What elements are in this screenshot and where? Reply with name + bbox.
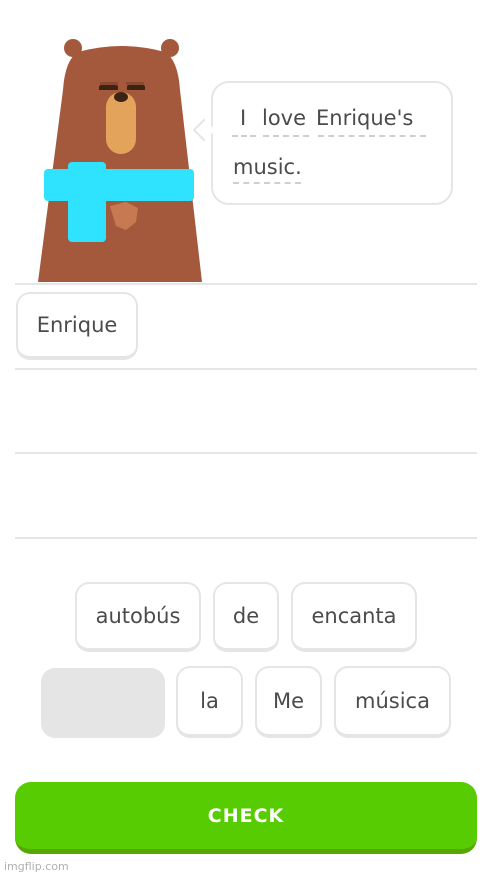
- answer-line: [15, 452, 477, 454]
- word-hint-underline: [318, 135, 426, 137]
- bear-character-illustration: [38, 39, 202, 282]
- word-bank-tile-la[interactable]: la: [176, 666, 243, 738]
- prompt-word[interactable]: I: [240, 106, 246, 130]
- word-bank-empty-slot: [41, 668, 165, 738]
- answer-line: [15, 537, 477, 539]
- word-bank-tile-de[interactable]: de: [213, 582, 279, 652]
- answer-line: [15, 368, 477, 370]
- prompt-word[interactable]: music.: [233, 155, 302, 179]
- speech-bubble: [211, 81, 453, 205]
- word-bank-tile-autobus[interactable]: autobús: [75, 582, 201, 652]
- word-bank-tile-musica[interactable]: música: [334, 666, 451, 738]
- word-bank-tile-encanta[interactable]: encanta: [291, 582, 417, 652]
- watermark: imgflip.com: [4, 860, 69, 873]
- word-hint-underline: [233, 182, 301, 184]
- check-button[interactable]: CHECK: [15, 782, 477, 854]
- prompt-word[interactable]: Enrique's: [316, 106, 413, 130]
- word-hint-underline: [263, 135, 309, 137]
- word-hint-underline: [232, 135, 256, 137]
- prompt-word[interactable]: love: [262, 106, 306, 130]
- word-bank-tile-me[interactable]: Me: [255, 666, 322, 738]
- answer-tile-enrique[interactable]: Enrique: [16, 292, 138, 360]
- answer-line-top: [15, 283, 477, 285]
